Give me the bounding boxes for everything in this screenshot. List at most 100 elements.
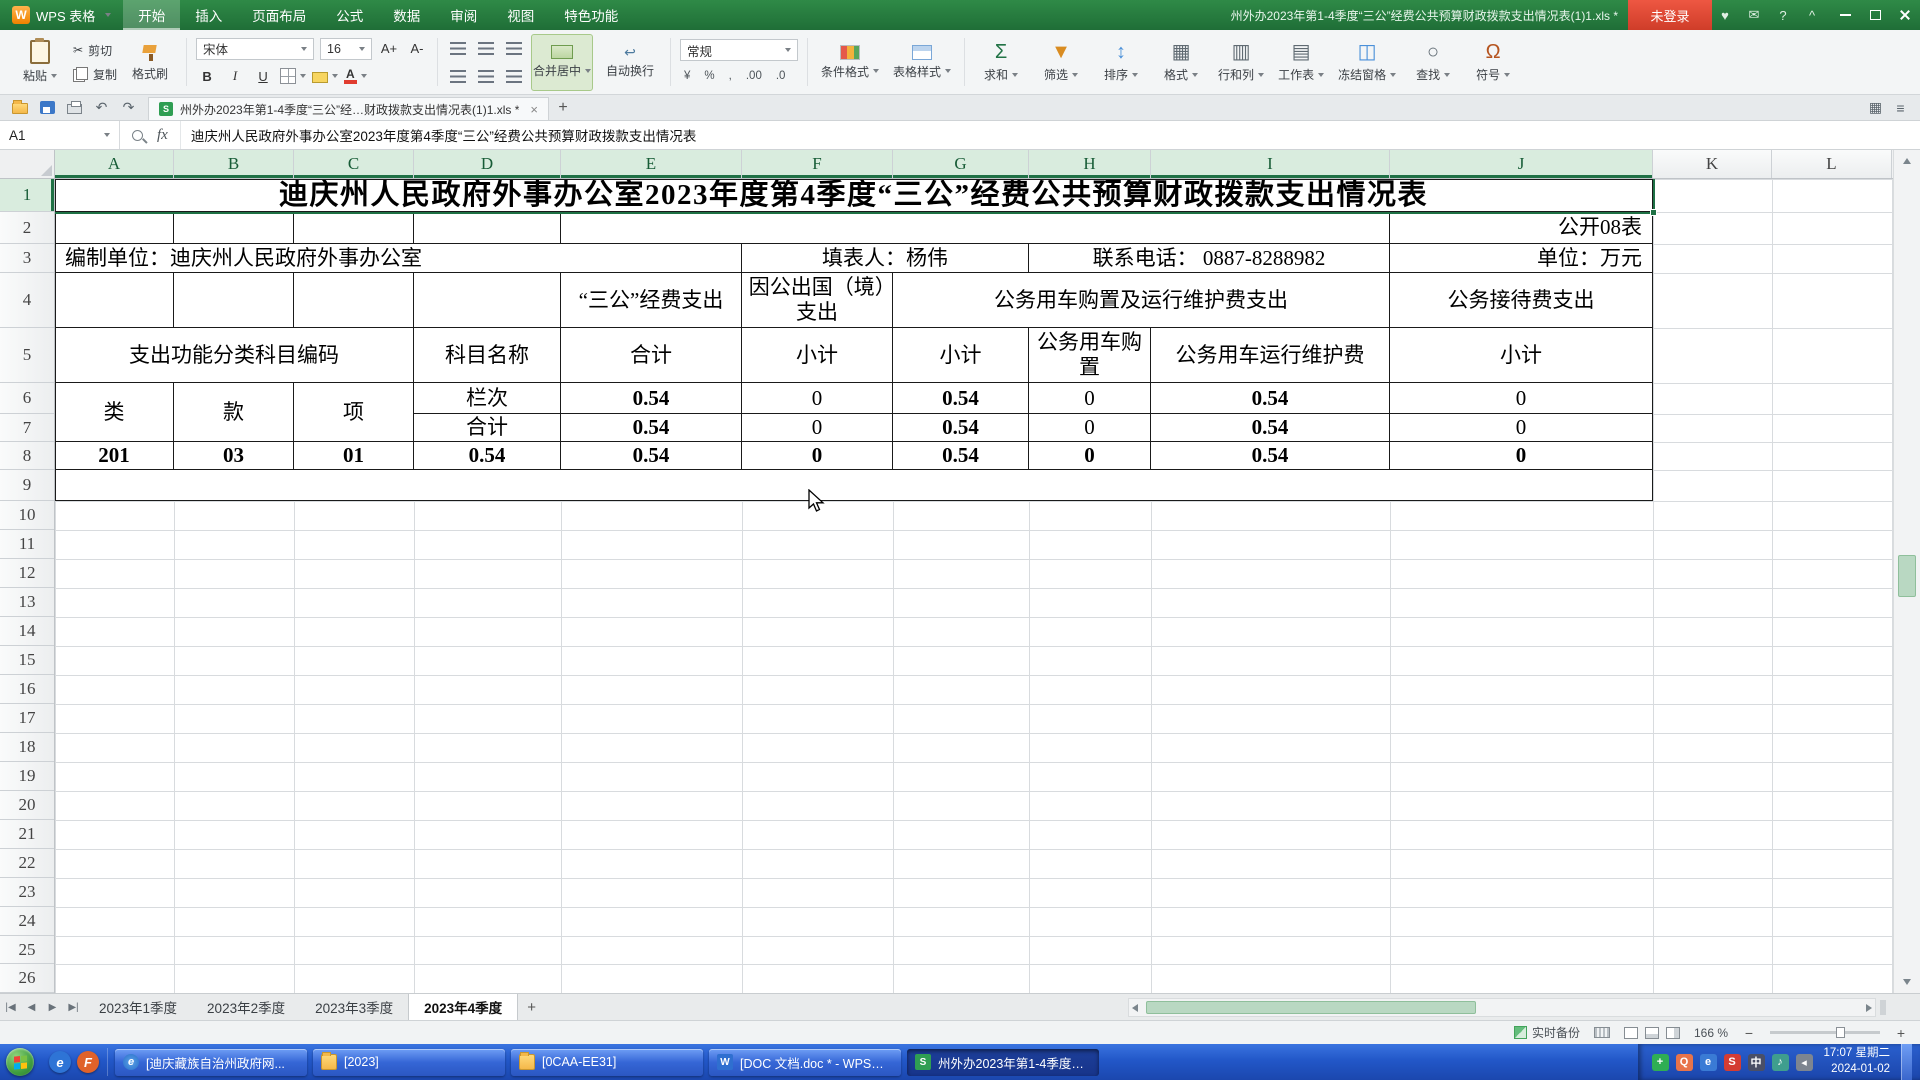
row-header-8[interactable]: 8 (0, 442, 54, 470)
align-center-button[interactable] (475, 66, 497, 87)
column-header-B[interactable]: B (174, 150, 294, 178)
cell-E6[interactable]: 0.54 (561, 383, 742, 414)
row-header-10[interactable]: 10 (0, 501, 54, 530)
tray-usb-icon[interactable]: ◂ (1796, 1054, 1813, 1071)
number-format-select[interactable]: 常规 (680, 39, 798, 61)
sheet-nav-last[interactable]: ▶| (63, 994, 84, 1020)
row-header-25[interactable]: 25 (0, 936, 54, 964)
sheet-tab-q3[interactable]: 2023年3季度 (300, 994, 408, 1020)
number-tool-1[interactable]: ¥ (680, 67, 694, 85)
view-page-layout-icon[interactable] (1645, 1027, 1659, 1039)
row-header-24[interactable]: 24 (0, 907, 54, 936)
align-left-button[interactable] (447, 66, 469, 87)
cell-F5[interactable]: 小计 (742, 328, 893, 383)
cell-A1[interactable]: 迪庆州人民政府外事办公室2023年度第4季度“三公”经费公共预算财政拨款支出情况… (55, 179, 1653, 212)
column-header-G[interactable]: G (893, 150, 1029, 178)
column-header-L[interactable]: L (1772, 150, 1892, 178)
column-header-I[interactable]: I (1151, 150, 1390, 178)
cell-A2[interactable] (55, 212, 174, 244)
taskbar-button-wps-doc[interactable]: [DOC 文档.doc * - WPS… (709, 1049, 901, 1076)
save-icon[interactable] (40, 101, 55, 114)
message-icon[interactable]: ✉ (1746, 7, 1762, 23)
cell-A5[interactable]: 支出功能分类科目编码 (55, 328, 414, 383)
cell-G8[interactable]: 0.54 (893, 442, 1029, 470)
cell-D6[interactable]: 栏次 (414, 383, 561, 414)
taskbar-button-folder-2023[interactable]: [2023] (313, 1049, 505, 1076)
cell-J7[interactable]: 0 (1390, 414, 1653, 442)
row-header-23[interactable]: 23 (0, 878, 54, 907)
scroll-down-button[interactable] (1894, 971, 1920, 993)
cell-C8[interactable]: 01 (294, 442, 414, 470)
cell-H7[interactable]: 0 (1029, 414, 1151, 442)
format-painter-button[interactable]: 格式刷 (123, 34, 177, 91)
tray-antivirus-icon[interactable]: S (1724, 1054, 1741, 1071)
row-header-11[interactable]: 11 (0, 530, 54, 559)
cell-A9[interactable] (55, 470, 1653, 501)
cell-H3[interactable]: 联系电话： 0887-8288982 (1029, 244, 1390, 273)
cell-A6[interactable]: 类 (55, 383, 174, 442)
search-icon[interactable] (132, 130, 143, 141)
cell-F4[interactable]: 因公出国（境）支出 (742, 273, 893, 328)
row-header-5[interactable]: 5 (0, 328, 54, 383)
paste-button[interactable]: 粘贴 (13, 34, 67, 91)
cell-D2[interactable] (414, 212, 561, 244)
maximize-button[interactable] (1860, 0, 1890, 30)
fill-color-button[interactable] (312, 66, 338, 87)
conditional-format-button[interactable]: 条件格式 (817, 34, 883, 91)
symbol-button[interactable]: Ω符号 (1466, 34, 1520, 91)
cell-F3[interactable]: 填表人：杨伟 (742, 244, 1029, 273)
taskbar-button-folder-0caa[interactable]: [0CAA-EE31] (511, 1049, 703, 1076)
cell-D5[interactable]: 科目名称 (414, 328, 561, 383)
column-header-E[interactable]: E (561, 150, 742, 178)
quicklaunch-ie-icon[interactable]: e (49, 1051, 71, 1073)
help-icon[interactable]: ? (1775, 8, 1791, 23)
menu-tab-home[interactable]: 开始 (123, 0, 180, 30)
view-normal-icon[interactable] (1624, 1027, 1638, 1039)
menu-tab-view[interactable]: 视图 (492, 0, 549, 30)
folder-open-icon[interactable] (12, 103, 28, 114)
taskbar-button-govweb[interactable]: [迪庆藏族自治州政府网... (115, 1049, 307, 1076)
freeze-panes-button[interactable]: ◫冻结窗格 (1334, 34, 1400, 91)
cell-H6[interactable]: 0 (1029, 383, 1151, 414)
cell-D8[interactable]: 0.54 (414, 442, 561, 470)
merge-center-button[interactable]: 合并居中 (531, 34, 593, 91)
cell-J8[interactable]: 0 (1390, 442, 1653, 470)
row-header-26[interactable]: 26 (0, 964, 54, 993)
zoom-out-button[interactable]: − (1742, 1026, 1756, 1040)
vertical-scrollbar[interactable] (1893, 150, 1920, 993)
row-header-22[interactable]: 22 (0, 849, 54, 878)
worksheet-button[interactable]: ▤工作表 (1274, 34, 1328, 91)
shrink-font-button[interactable]: A- (406, 38, 428, 59)
row-header-13[interactable]: 13 (0, 588, 54, 617)
cell-C4[interactable] (294, 273, 414, 328)
cell-J2[interactable]: 公开08表 (1390, 212, 1653, 244)
cell-A4[interactable] (55, 273, 174, 328)
row-header-3[interactable]: 3 (0, 244, 54, 273)
filter-button[interactable]: ▼筛选 (1034, 34, 1088, 91)
insert-function-button[interactable]: fx (157, 127, 168, 144)
row-header-14[interactable]: 14 (0, 617, 54, 646)
menu-tab-special-features[interactable]: 特色功能 (549, 0, 633, 30)
redo-icon[interactable]: ↷ (121, 100, 136, 115)
column-header-D[interactable]: D (414, 150, 561, 178)
borders-button[interactable] (280, 66, 306, 87)
row-header-19[interactable]: 19 (0, 762, 54, 791)
horizontal-scrollbar-thumb[interactable] (1146, 1001, 1476, 1014)
taskbar-button-wps-sheet[interactable]: 州外办2023年第1-4季度… (907, 1049, 1099, 1076)
row-header-16[interactable]: 16 (0, 675, 54, 704)
tray-browser-icon[interactable]: e (1700, 1054, 1717, 1071)
vertical-scrollbar-thumb[interactable] (1898, 555, 1916, 597)
sum-button[interactable]: Σ求和 (974, 34, 1028, 91)
number-tool-2[interactable]: % (700, 67, 718, 85)
select-all-corner[interactable] (0, 150, 55, 179)
row-header-15[interactable]: 15 (0, 646, 54, 675)
sheet-nav-prev[interactable]: ◀ (21, 994, 42, 1020)
cell-G6[interactable]: 0.54 (893, 383, 1029, 414)
tabbar-split-icon[interactable]: ▦ (1868, 100, 1883, 115)
align-top-button[interactable] (447, 38, 469, 59)
tray-search-icon[interactable]: Q (1676, 1054, 1693, 1071)
cell-F6[interactable]: 0 (742, 383, 893, 414)
cell-B4[interactable] (174, 273, 294, 328)
row-header-20[interactable]: 20 (0, 791, 54, 820)
column-header-K[interactable]: K (1653, 150, 1772, 178)
